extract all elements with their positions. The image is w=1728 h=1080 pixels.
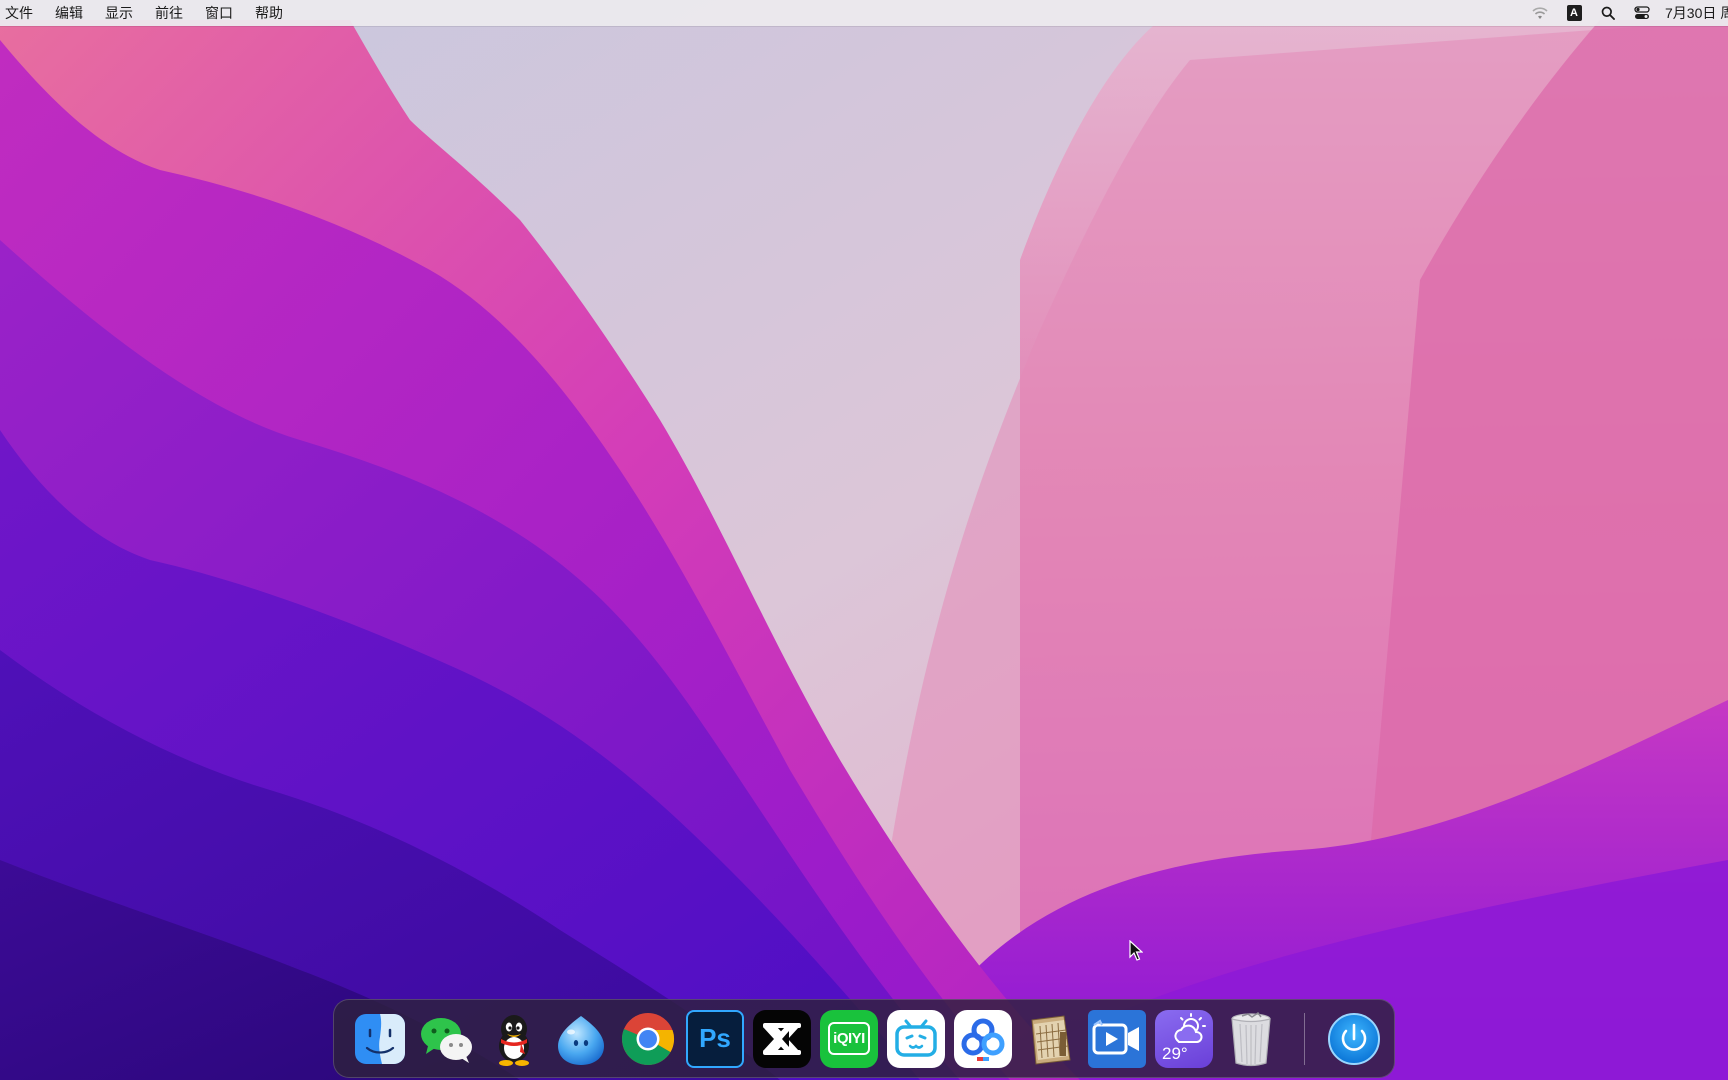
power-icon bbox=[1328, 1012, 1380, 1065]
dock-app-power[interactable] bbox=[1325, 1010, 1383, 1068]
dock-trash[interactable] bbox=[1222, 1010, 1280, 1068]
dock: Ps iQIYI 29° bbox=[333, 999, 1395, 1078]
chrome-icon bbox=[622, 1012, 675, 1065]
dock-app-finder[interactable] bbox=[351, 1010, 409, 1068]
menu-edit[interactable]: 编辑 bbox=[44, 0, 94, 26]
menu-go[interactable]: 前往 bbox=[144, 0, 194, 26]
dock-app-archive-utility[interactable] bbox=[1021, 1010, 1079, 1068]
menu-bar: 文件 编辑 显示 前往 窗口 帮助 A 7月30日 周 bbox=[0, 0, 1728, 26]
qq-icon bbox=[499, 1014, 529, 1066]
mouse-cursor-icon bbox=[1129, 940, 1143, 961]
dock-app-iqiyi[interactable]: iQIYI bbox=[820, 1009, 878, 1068]
bilibili-icon bbox=[895, 1019, 937, 1057]
dock-app-wechat[interactable] bbox=[418, 1010, 476, 1068]
dock-app-weather[interactable]: 29° bbox=[1155, 1009, 1213, 1068]
video-player-icon bbox=[1092, 1019, 1139, 1054]
baidu-netdisk-icon bbox=[961, 1018, 1005, 1061]
menubar-clock[interactable]: 7月30日 周 bbox=[1665, 3, 1728, 23]
finder-icon bbox=[355, 1013, 405, 1064]
dock-app-bubble[interactable] bbox=[552, 1010, 610, 1068]
wifi-icon[interactable] bbox=[1531, 4, 1549, 22]
dock-app-video-player[interactable] bbox=[1088, 1009, 1146, 1068]
app-menu: 文件 编辑 显示 前往 窗口 帮助 bbox=[0, 0, 294, 26]
wechat-icon bbox=[421, 1017, 472, 1063]
dock-app-capcut[interactable] bbox=[753, 1009, 811, 1068]
capcut-icon bbox=[763, 1022, 801, 1055]
desktop-wallpaper bbox=[0, 0, 1728, 1080]
archive-utility-icon bbox=[1031, 1014, 1071, 1065]
menu-window[interactable]: 窗口 bbox=[194, 0, 244, 26]
dock-app-photoshop[interactable]: Ps bbox=[686, 1009, 744, 1068]
iqiyi-icon: iQIYI bbox=[828, 1022, 870, 1055]
menu-view[interactable]: 显示 bbox=[94, 0, 144, 26]
input-source-label: A bbox=[1566, 5, 1582, 21]
control-center-icon[interactable] bbox=[1633, 4, 1651, 22]
dock-app-bilibili[interactable] bbox=[887, 1009, 945, 1068]
dock-app-qq[interactable] bbox=[485, 1010, 543, 1068]
trash-icon bbox=[1231, 1011, 1271, 1066]
dock-app-baidu-netdisk[interactable] bbox=[954, 1009, 1012, 1068]
photoshop-icon: Ps bbox=[699, 1023, 731, 1053]
dock-divider bbox=[1304, 1012, 1305, 1065]
input-source-button[interactable]: A bbox=[1565, 4, 1583, 22]
menu-help[interactable]: 帮助 bbox=[244, 0, 294, 26]
dock-app-chrome[interactable] bbox=[619, 1010, 677, 1068]
spotlight-search-icon[interactable] bbox=[1599, 4, 1617, 22]
status-area: A 7月30日 周 bbox=[1523, 0, 1728, 26]
desktop[interactable]: 文件 编辑 显示 前往 窗口 帮助 A 7月30日 周 Ps iQIYI 29° bbox=[0, 0, 1728, 1080]
weather-temperature: 29° bbox=[1162, 1043, 1188, 1063]
qq-browser-bubble-icon bbox=[558, 1015, 604, 1065]
menu-file[interactable]: 文件 bbox=[0, 0, 44, 26]
